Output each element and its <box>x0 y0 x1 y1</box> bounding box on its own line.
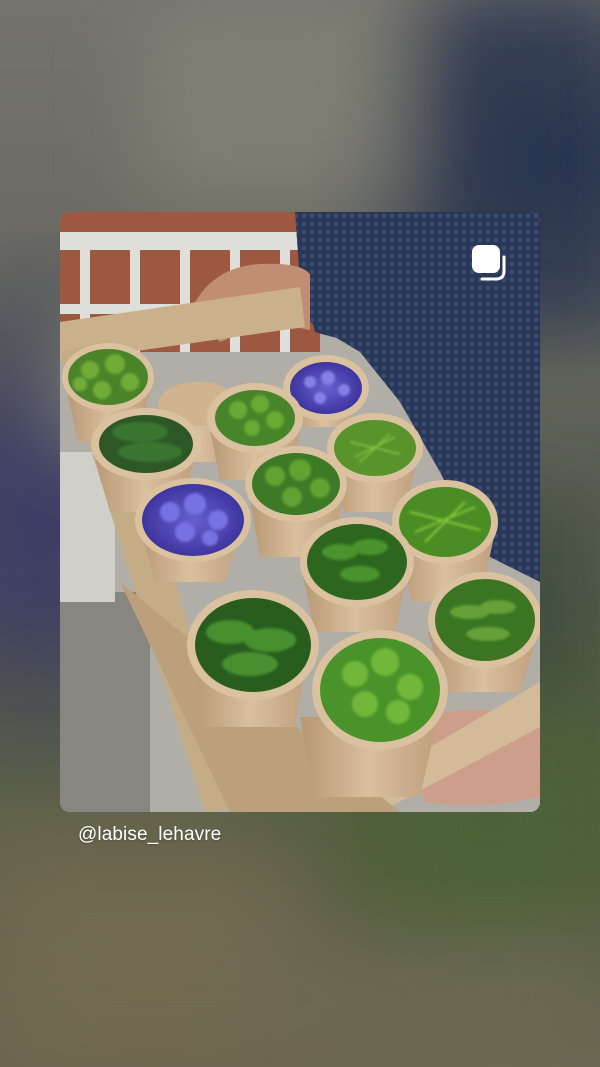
story-screen: @labise_lehavre <box>0 0 600 1067</box>
username-label[interactable]: @labise_lehavre <box>78 824 221 846</box>
instagram-logo-icon <box>472 245 506 281</box>
post-image[interactable] <box>60 212 540 812</box>
herb-tray-photo <box>60 212 540 812</box>
